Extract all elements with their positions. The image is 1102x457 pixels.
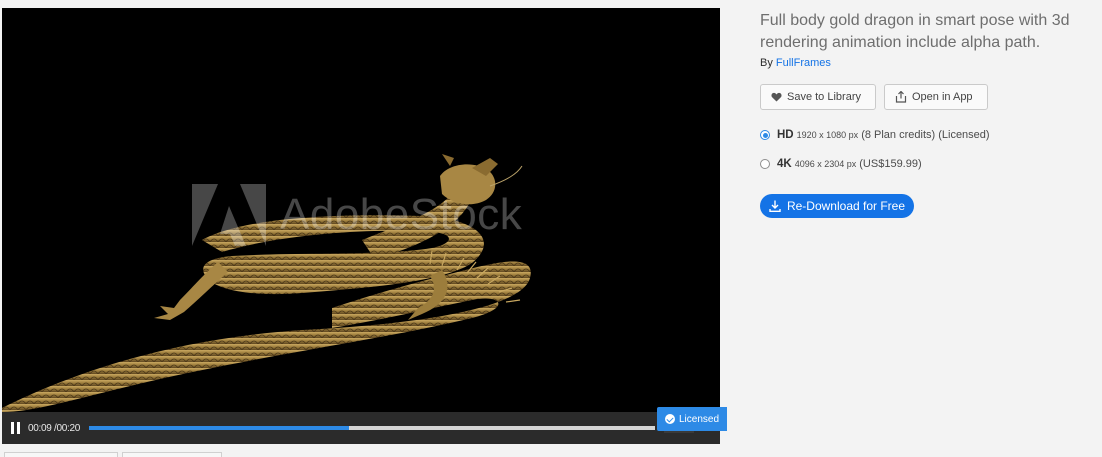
4k-detail: (US$159.99) [859,158,922,170]
share-icon [895,91,907,103]
download-label: Re-Download for Free [786,199,906,213]
open-in-app-button[interactable]: Open in App [884,84,988,110]
hd-detail: (8 Plan credits) (Licensed) [861,129,990,141]
licensed-label: Licensed [679,413,720,425]
timecode: 00:09 /00:20 [28,422,81,434]
4k-radio[interactable] [760,159,770,169]
adobe-logo-icon [192,184,266,246]
heart-icon [771,92,782,102]
author-byline: By FullFrames [760,57,831,69]
save-to-library-button[interactable]: Save to Library [760,84,876,110]
4k-res: 4K [777,158,792,170]
checkmark-icon [665,414,675,424]
bottom-tab-2[interactable] [122,452,222,457]
option-hd[interactable]: HD 1920 x 1080 px (8 Plan credits) (Lice… [760,129,990,141]
stock-watermark: AdobeStock [192,184,522,246]
progress-fill [89,426,350,430]
video-player[interactable]: AdobeStock 00:09 /00:20 [2,8,720,444]
save-label: Save to Library [787,91,861,103]
progress-bar[interactable] [89,426,655,430]
redownload-button[interactable]: Re-Download for Free [760,194,914,218]
hd-res: HD [777,129,794,141]
hd-dims: 1920 x 1080 px [796,130,859,140]
hd-radio[interactable] [760,130,770,140]
watermark-text: AdobeStock [280,190,523,239]
open-label: Open in App [912,91,973,103]
current-time: 00:09 [28,422,52,434]
bottom-tab-1[interactable] [4,452,118,457]
licensed-badge: Licensed [657,407,728,431]
pause-icon [10,422,14,434]
pause-button[interactable] [2,412,28,444]
download-icon [769,200,781,212]
author-link[interactable]: FullFrames [776,57,831,69]
4k-dims: 4096 x 2304 px [794,159,857,169]
stock-asset-page: AdobeStock 00:09 /00:20 HD Licensed Full… [0,0,1102,457]
duration: 00:20 [56,422,81,434]
asset-title: Full body gold dragon in smart pose with… [760,12,1070,51]
player-control-bar: 00:09 /00:20 [2,412,720,444]
option-4k[interactable]: 4K 4096 x 2304 px (US$159.99) [760,158,922,170]
